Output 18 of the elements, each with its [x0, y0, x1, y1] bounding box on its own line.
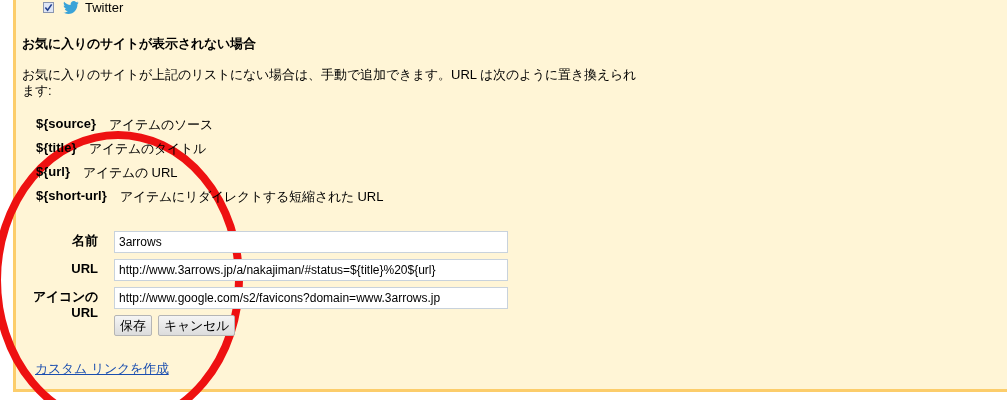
form-button[interactable]: 保存 [114, 315, 152, 336]
field-label: URL [70, 261, 98, 277]
section-heading: お気に入りのサイトが表示されない場合 [22, 36, 257, 52]
description: お気に入りのサイトが上記のリストにない場合は、手動で追加できます。URL は次のように置き換えられます: [22, 67, 638, 99]
input-field[interactable]: http://www.3arrows.jp/a/nakajiman/#status=${title}%20${url} [114, 259, 508, 281]
variable-token: ${short-url} [36, 188, 107, 203]
input-field[interactable]: http://www.google.com/s2/favicons?domain=www.3arrows.jp [114, 287, 508, 309]
field-label: アイコンの URL [32, 289, 98, 321]
checkbox[interactable] [43, 2, 54, 13]
variable-description: アイテムの URL [82, 164, 178, 182]
site-label: Twitter [85, 0, 124, 15]
input-field[interactable]: 3arrows [114, 231, 508, 253]
bird-icon [63, 1, 79, 14]
create-link[interactable]: カスタム リンクを作成 [35, 360, 169, 378]
variable-token: ${source} [36, 116, 96, 131]
variable-description: アイテムのソース [109, 116, 213, 134]
field-label: 名前 [71, 233, 98, 249]
form-button[interactable]: キャンセル [158, 315, 235, 336]
